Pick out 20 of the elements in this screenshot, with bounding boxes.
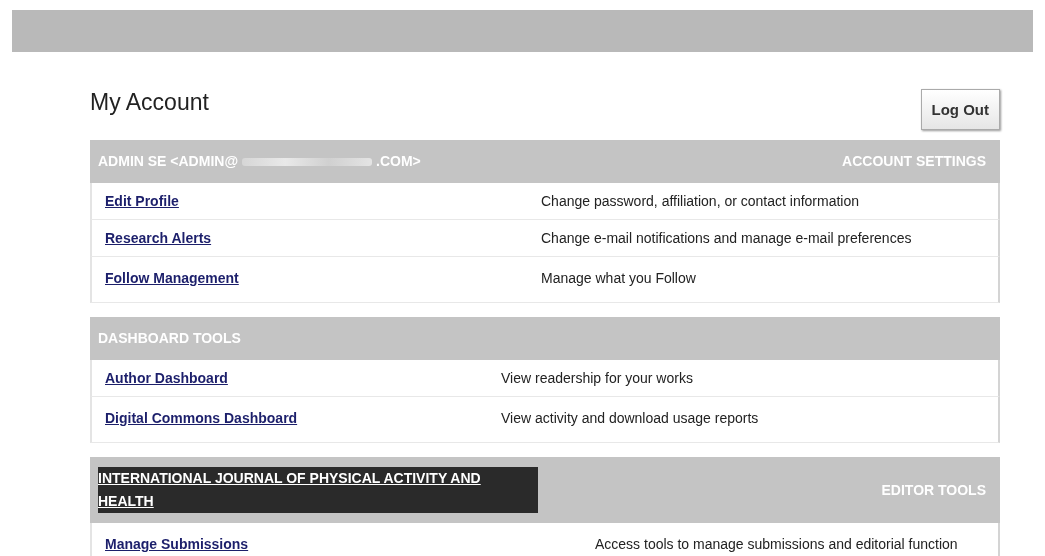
- section-label: EDITOR TOOLS: [881, 480, 986, 500]
- tool-description: Change e-mail notifications and manage e-mail preferences: [541, 228, 913, 248]
- log-out-button[interactable]: Log Out: [920, 89, 1000, 130]
- tool-link[interactable]: Edit Profile: [105, 193, 179, 209]
- tool-link[interactable]: Digital Commons Dashboard: [105, 410, 298, 426]
- tool-description: Access tools to manage submissions and editorial function: [595, 534, 959, 554]
- journal-link[interactable]: INTERNATIONAL JOURNAL OF PHYSICAL ACTIVITY AND HEALTH: [98, 467, 538, 513]
- tool-description: View activity and download usage reports: [501, 408, 760, 428]
- tool-description: Change password, affiliation, or contact information: [541, 191, 861, 211]
- tool-link[interactable]: Research Alerts: [105, 230, 212, 246]
- section-title: DASHBOARD TOOLS: [98, 329, 241, 348]
- account-email: ADMIN SE <ADMIN@: [98, 152, 239, 171]
- tool-description: Manage what you Follow: [541, 268, 697, 288]
- page-title: My Account: [90, 89, 209, 116]
- tool-link[interactable]: Follow Management: [105, 270, 239, 286]
- tool-link[interactable]: Author Dashboard: [105, 370, 228, 386]
- tool-description: View readership for your works: [501, 368, 694, 388]
- tool-link[interactable]: Manage Submissions: [105, 536, 249, 552]
- account-email: .COM>: [376, 152, 421, 171]
- section-label: ACCOUNT SETTINGS: [842, 152, 986, 171]
